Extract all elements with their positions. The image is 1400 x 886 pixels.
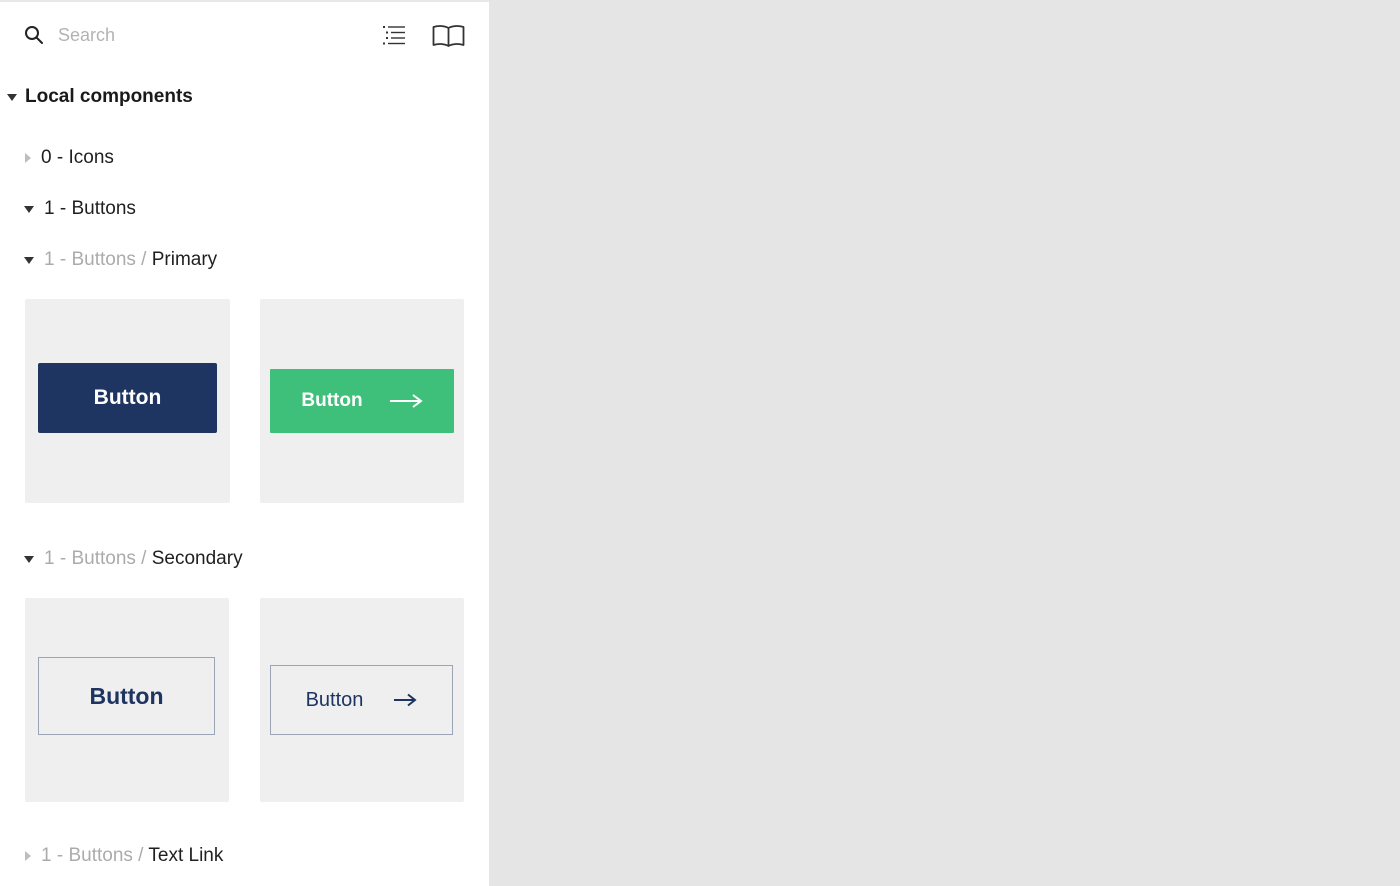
- book-icon[interactable]: [432, 24, 465, 47]
- secondary-arrow-button-preview: Button: [270, 665, 453, 735]
- button-label: Button: [305, 688, 364, 711]
- caret-down-icon: [24, 555, 34, 563]
- primary-arrow-button-preview: Button: [270, 369, 454, 433]
- component-thumb-secondary-arrow[interactable]: Button: [260, 598, 464, 802]
- component-thumb-secondary[interactable]: Button: [25, 598, 229, 802]
- subgroup-text-link[interactable]: 1 - Buttons / Text Link: [25, 841, 223, 871]
- arrow-right-icon: [394, 693, 418, 707]
- subgroup-label: 1 - Buttons / Primary: [44, 249, 218, 270]
- button-label: Button: [89, 682, 164, 709]
- button-label: Button: [301, 390, 363, 411]
- group-buttons[interactable]: 1 - Buttons: [24, 194, 136, 224]
- canvas-area[interactable]: [489, 0, 1400, 886]
- button-label: Button: [93, 386, 162, 409]
- subgroup-label: 1 - Buttons / Secondary: [44, 548, 243, 569]
- search-bar: [0, 2, 489, 68]
- search-icon: [25, 26, 43, 44]
- caret-right-icon: [25, 851, 31, 861]
- search-input[interactable]: [52, 20, 364, 50]
- list-icon[interactable]: [382, 24, 406, 46]
- secondary-button-preview: Button: [38, 657, 215, 735]
- assets-panel: Local components 0 - Icons 1 - Buttons 1…: [0, 0, 489, 886]
- primary-button-preview: Button: [38, 363, 217, 433]
- subgroup-secondary[interactable]: 1 - Buttons / Secondary: [24, 544, 243, 574]
- caret-down-icon: [24, 205, 34, 213]
- section-local-components[interactable]: Local components: [7, 82, 193, 112]
- group-label: 1 - Buttons: [44, 198, 136, 219]
- caret-right-icon: [25, 153, 31, 163]
- component-thumb-primary-arrow[interactable]: Button: [260, 299, 464, 503]
- arrow-right-icon: [389, 394, 423, 408]
- subgroup-primary[interactable]: 1 - Buttons / Primary: [24, 245, 217, 275]
- group-icons[interactable]: 0 - Icons: [25, 143, 114, 173]
- caret-down-icon: [24, 256, 34, 264]
- caret-down-icon: [7, 93, 17, 101]
- subgroup-label: 1 - Buttons / Text Link: [41, 845, 224, 866]
- component-thumb-primary[interactable]: Button: [25, 299, 230, 503]
- group-label: 0 - Icons: [41, 147, 114, 168]
- section-title: Local components: [25, 86, 193, 107]
